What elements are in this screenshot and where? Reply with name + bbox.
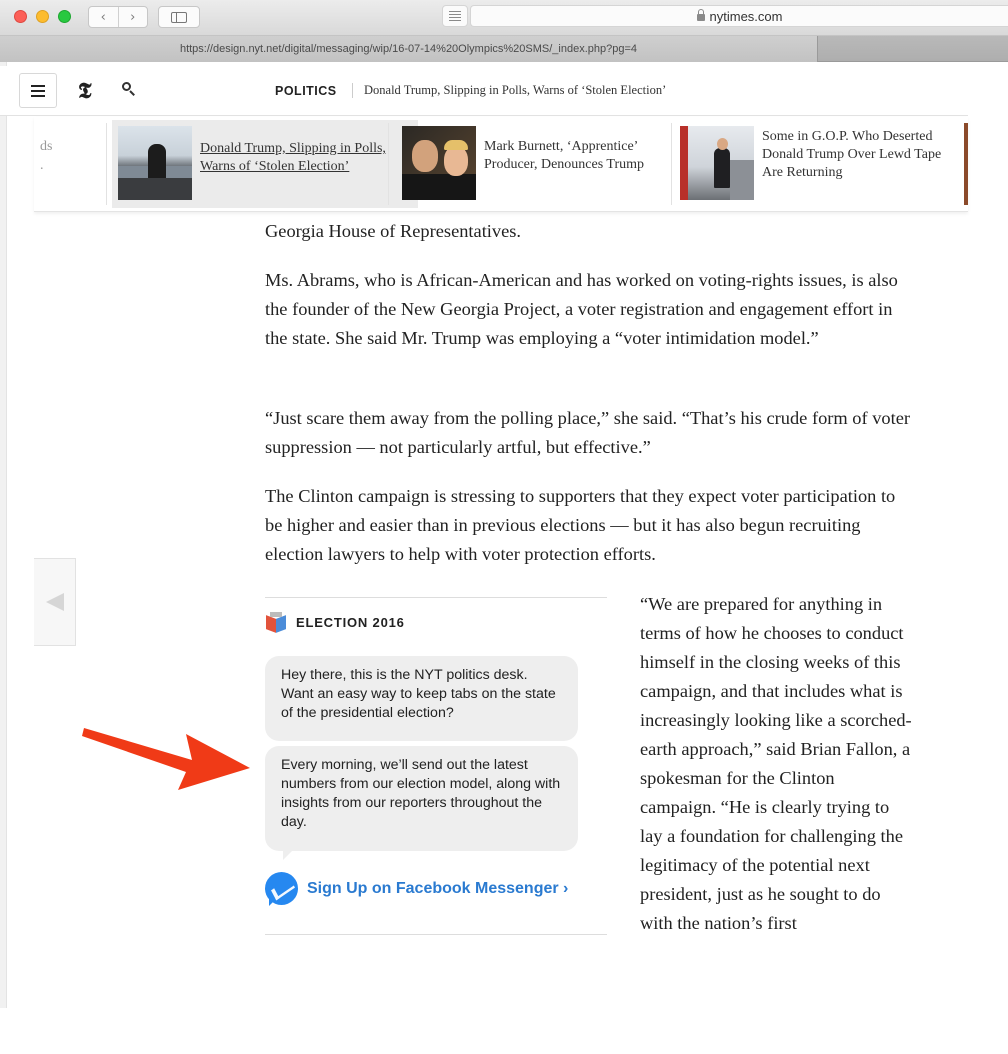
related-item-title: Mark Burnett, ‘Apprentice’ Producer, Den… bbox=[484, 139, 645, 172]
nyt-logo[interactable]: 𝕿 bbox=[78, 76, 92, 106]
menu-button[interactable] bbox=[19, 73, 57, 108]
minimize-window-button[interactable] bbox=[36, 10, 49, 23]
back-button[interactable]: ‹ bbox=[89, 7, 118, 27]
related-thumbnail bbox=[118, 126, 192, 200]
hamburger-icon bbox=[31, 84, 45, 87]
chevron-left-icon: ‹ bbox=[100, 9, 106, 25]
browser-toolbar: ‹ › nytimes.com bbox=[0, 0, 1008, 36]
related-item-title: Donald Trump, Slipping in Polls, Warns o… bbox=[200, 141, 386, 174]
close-window-button[interactable] bbox=[14, 10, 27, 23]
header-divider bbox=[352, 83, 353, 98]
address-host: nytimes.com bbox=[709, 8, 783, 24]
related-item-mark-burnett[interactable]: Mark Burnett, ‘Apprentice’ Producer, Den… bbox=[396, 120, 676, 208]
sidebar-icon bbox=[171, 11, 187, 23]
reader-icon bbox=[449, 11, 461, 12]
show-sidebar-button[interactable] bbox=[158, 6, 200, 28]
chevron-right-icon: › bbox=[130, 9, 136, 25]
chat-bubble-tail bbox=[283, 851, 292, 860]
site-header: 𝕿 POLITICS Donald Trump, Slipping in Pol… bbox=[0, 66, 968, 116]
zoom-window-button[interactable] bbox=[58, 10, 71, 23]
forward-button[interactable]: › bbox=[117, 7, 148, 27]
related-divider bbox=[671, 123, 672, 205]
related-item-edge-thumbnail[interactable] bbox=[964, 123, 968, 205]
chat-bubble-details: Every morning, we’ll send out the latest… bbox=[265, 746, 578, 851]
related-item-stolen-election[interactable]: Donald Trump, Slipping in Polls, Warns o… bbox=[112, 120, 418, 208]
tab-url: https://design.nyt.net/digital/messaging… bbox=[179, 43, 638, 55]
related-item-title: Some in G.O.P. Who Deserted Donald Trump… bbox=[762, 129, 942, 180]
related-divider bbox=[106, 123, 107, 205]
related-thumbnail bbox=[402, 126, 476, 200]
reader-mode-button[interactable] bbox=[442, 5, 468, 27]
related-item-partial[interactable]: ds . bbox=[40, 137, 52, 175]
annotation-arrow-icon bbox=[82, 728, 250, 790]
address-bar[interactable]: nytimes.com bbox=[470, 5, 1008, 27]
messenger-icon bbox=[265, 872, 298, 906]
tab-current[interactable]: https://design.nyt.net/digital/messaging… bbox=[0, 36, 818, 62]
article-paragraph: Ms. Abrams, who is African-American and … bbox=[265, 270, 898, 348]
election-header: ELECTION 2016 bbox=[265, 612, 405, 633]
tab-bar: https://design.nyt.net/digital/messaging… bbox=[0, 36, 1008, 62]
ballot-box-icon bbox=[265, 612, 287, 633]
header-headline: Donald Trump, Slipping in Polls, Warns o… bbox=[364, 83, 667, 97]
window-left-edge bbox=[0, 62, 7, 1008]
related-item-gop-returning[interactable]: Some in G.O.P. Who Deserted Donald Trump… bbox=[674, 120, 964, 208]
chat-bubble-intro: Hey there, this is the NYT politics desk… bbox=[265, 656, 578, 741]
related-divider bbox=[388, 123, 389, 205]
search-button[interactable] bbox=[120, 80, 138, 98]
election-messenger-module: ELECTION 2016 Hey there, this is the NYT… bbox=[265, 597, 607, 935]
signup-label: Sign Up on Facebook Messenger › bbox=[307, 879, 569, 897]
article-paragraph: “Just scare them away from the polling p… bbox=[265, 408, 910, 457]
related-articles-strip: ds . Donald Trump, Slipping in Polls, Wa… bbox=[34, 117, 968, 212]
section-label[interactable]: POLITICS bbox=[275, 84, 337, 98]
arrow-left-icon bbox=[45, 593, 64, 611]
article-paragraph: The Clinton campaign is stressing to sup… bbox=[265, 486, 896, 564]
article-quote-paragraph: “We are prepared for anything in terms o… bbox=[640, 594, 912, 933]
messenger-signup-link[interactable]: Sign Up on Facebook Messenger › bbox=[265, 872, 569, 906]
article-paragraph: Georgia House of Representatives. bbox=[265, 221, 522, 241]
history-nav: ‹ › bbox=[88, 6, 148, 28]
previous-article-tab[interactable] bbox=[34, 558, 76, 646]
lock-icon bbox=[696, 9, 705, 21]
related-thumbnail bbox=[680, 126, 754, 200]
election-title: ELECTION 2016 bbox=[296, 614, 405, 630]
